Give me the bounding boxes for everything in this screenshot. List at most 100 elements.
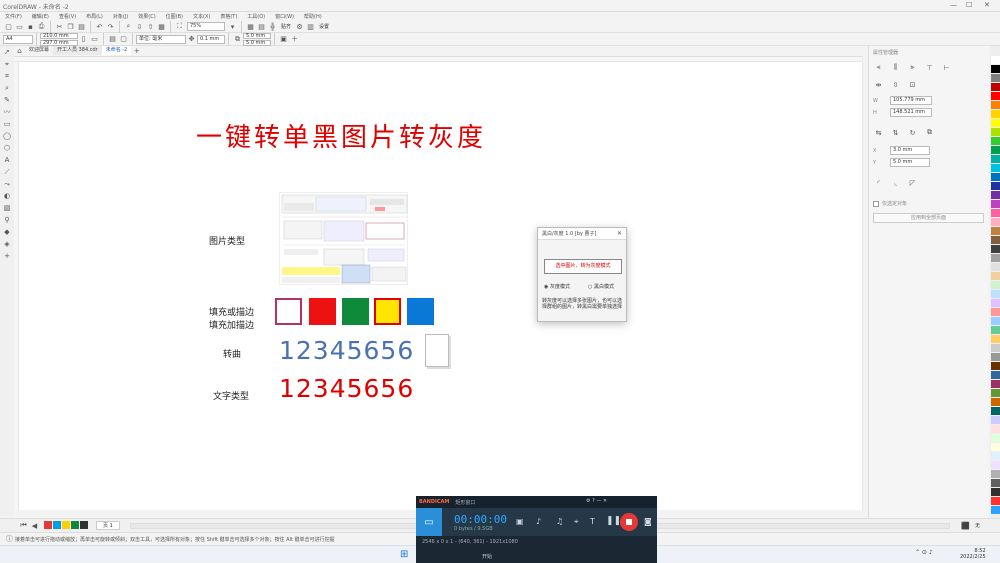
doc-swatch[interactable] xyxy=(44,521,52,529)
palette-swatch[interactable] xyxy=(990,164,1000,172)
palette-swatch[interactable] xyxy=(990,137,1000,145)
menu-bitmaps[interactable]: 位图(B) xyxy=(166,13,183,20)
palette-swatch[interactable] xyxy=(990,308,1000,316)
eyedropper-icon[interactable]: ⚲ xyxy=(0,214,14,226)
rotate-icon[interactable]: ↻ xyxy=(907,127,918,138)
snap-to-label[interactable]: 贴齐 xyxy=(281,23,291,30)
redo-icon[interactable]: ↷ xyxy=(105,21,116,32)
bandicam-bottom-label[interactable]: 开始 xyxy=(482,553,651,560)
apply-all-button[interactable]: 应用到全部页面 xyxy=(873,213,984,223)
blank-page-shape[interactable] xyxy=(425,334,449,367)
pause-icon[interactable]: ❚❚ xyxy=(606,516,621,526)
bandicam-window-controls[interactable]: ⚙ ? — ✕ xyxy=(586,498,607,504)
menu-help[interactable]: 帮助(H) xyxy=(304,13,322,20)
palette-swatch[interactable] xyxy=(990,335,1000,343)
duplicate-x-field[interactable]: 5.0 mm xyxy=(243,32,271,39)
fill-or-outline-label[interactable]: 填充或描边 xyxy=(209,305,254,318)
palette-swatch[interactable] xyxy=(990,191,1000,199)
menu-view[interactable]: 查看(V) xyxy=(59,13,76,20)
palette-swatch[interactable] xyxy=(990,389,1000,397)
palette-swatch[interactable] xyxy=(990,128,1000,136)
current-page-icon[interactable]: ▢ xyxy=(118,34,129,45)
radio-bw[interactable]: ○ 黑白模式 xyxy=(588,283,614,290)
zoom-level-select[interactable]: 75% xyxy=(187,22,225,31)
outline-field-2[interactable]: 5.0 mm xyxy=(890,158,930,167)
mirror-v-icon[interactable]: ⇅ xyxy=(890,127,901,138)
palette-swatch[interactable] xyxy=(990,461,1000,469)
shape-tool-icon[interactable]: ⌖ xyxy=(0,58,14,70)
align-center-icon[interactable]: ⫼ xyxy=(890,62,901,73)
mirror-h-icon[interactable]: ⇆ xyxy=(873,127,884,138)
chevron-down-icon[interactable]: ▾ xyxy=(227,21,238,32)
polygon-tool-icon[interactable]: ⬡ xyxy=(0,142,14,154)
palette-swatch[interactable] xyxy=(990,362,1000,370)
mic-icon[interactable]: ♫ xyxy=(556,517,563,526)
corner-scallop-icon[interactable]: ◟ xyxy=(890,177,901,188)
nudge-icon[interactable]: ✥ xyxy=(186,34,197,45)
blue-square[interactable] xyxy=(407,298,434,325)
page-width-field[interactable]: 210.0 mm xyxy=(40,32,78,39)
red-square[interactable] xyxy=(309,298,336,325)
mouse-icon[interactable]: ⌖ xyxy=(574,517,579,527)
menu-layout[interactable]: 布局(L) xyxy=(86,13,103,20)
text-tool-icon[interactable]: A xyxy=(0,154,14,166)
transparency-tool-icon[interactable]: ▧ xyxy=(0,202,14,214)
palette-swatch[interactable] xyxy=(990,281,1000,289)
palette-swatch[interactable] xyxy=(990,110,1000,118)
palette-swatch[interactable] xyxy=(990,416,1000,424)
prev-page-icon[interactable]: ◀ xyxy=(29,520,40,531)
palette-swatch[interactable] xyxy=(990,200,1000,208)
paper-size-select[interactable]: A4 xyxy=(3,34,33,44)
tray-icons[interactable]: ⌃ ⊙ ♪ xyxy=(915,549,933,556)
distribute-h-icon[interactable]: ⇹ xyxy=(873,79,884,90)
corner-round-icon[interactable]: ◜ xyxy=(873,177,884,188)
red-number-text[interactable]: 12345656 xyxy=(279,374,414,403)
palette-swatch[interactable] xyxy=(990,506,1000,514)
palette-swatch[interactable] xyxy=(990,317,1000,325)
search-icon[interactable]: ⌕ xyxy=(123,21,134,32)
dialog-close-icon[interactable]: ✕ xyxy=(617,230,622,237)
tab-document-1[interactable]: 开工人员 384.cdr xyxy=(53,46,102,55)
camera-icon[interactable]: ◙ xyxy=(644,517,652,526)
page-center-icon[interactable]: ⊡ xyxy=(907,79,918,90)
new-icon[interactable]: ▢ xyxy=(3,21,14,32)
doc-swatch[interactable] xyxy=(80,521,88,529)
selected-only-checkbox[interactable] xyxy=(873,200,879,207)
palette-swatch[interactable] xyxy=(990,245,1000,253)
first-page-icon[interactable]: ⏮ xyxy=(18,520,29,531)
menu-effects[interactable]: 效果(C) xyxy=(138,13,155,20)
height-field[interactable]: 148.521 mm xyxy=(890,108,932,117)
palette-swatch[interactable] xyxy=(990,371,1000,379)
tab-welcome[interactable]: 欢迎屏幕 xyxy=(25,46,53,55)
doc-swatch[interactable] xyxy=(53,521,61,529)
palette-swatch[interactable] xyxy=(990,155,1000,163)
cut-icon[interactable]: ✂ xyxy=(54,21,65,32)
add-tab-icon[interactable]: + xyxy=(131,45,142,56)
print-icon[interactable]: ⎙ xyxy=(36,21,47,32)
palette-swatch[interactable] xyxy=(990,353,1000,361)
stop-record-button[interactable] xyxy=(620,513,638,531)
fill-indicator-icon[interactable]: ⬛ xyxy=(960,520,971,531)
palette-swatch[interactable] xyxy=(990,74,1000,82)
page-height-field[interactable]: 297.0 mm xyxy=(40,39,78,46)
outline-square[interactable] xyxy=(275,298,302,325)
palette-swatch[interactable] xyxy=(990,101,1000,109)
text-type-label[interactable]: 文字类型 xyxy=(213,389,249,402)
radio-grayscale[interactable]: ◉ 灰度模式 xyxy=(544,283,570,290)
image-type-label[interactable]: 图片类型 xyxy=(209,234,245,247)
align-right-icon[interactable]: ⫸ xyxy=(907,62,918,73)
page-heading[interactable]: 一键转单黑图片转灰度 xyxy=(196,117,486,154)
paste-icon[interactable]: ▤ xyxy=(76,21,87,32)
menu-object[interactable]: 对象(J) xyxy=(113,13,128,20)
palette-swatch[interactable] xyxy=(990,434,1000,442)
tab-document-2[interactable]: 未命名 -2 xyxy=(101,46,132,55)
guides-icon[interactable]: ╬ xyxy=(267,21,278,32)
menu-table[interactable]: 表格(T) xyxy=(220,13,237,20)
palette-swatch[interactable] xyxy=(990,56,1000,64)
artistic-media-icon[interactable]: 〰 xyxy=(0,106,14,118)
all-pages-icon[interactable]: ▤ xyxy=(107,34,118,45)
doc-swatch[interactable] xyxy=(62,521,70,529)
shadow-tool-icon[interactable]: ◐ xyxy=(0,190,14,202)
palette-swatch[interactable] xyxy=(990,497,1000,505)
settings-label[interactable]: 设置 xyxy=(319,23,329,30)
